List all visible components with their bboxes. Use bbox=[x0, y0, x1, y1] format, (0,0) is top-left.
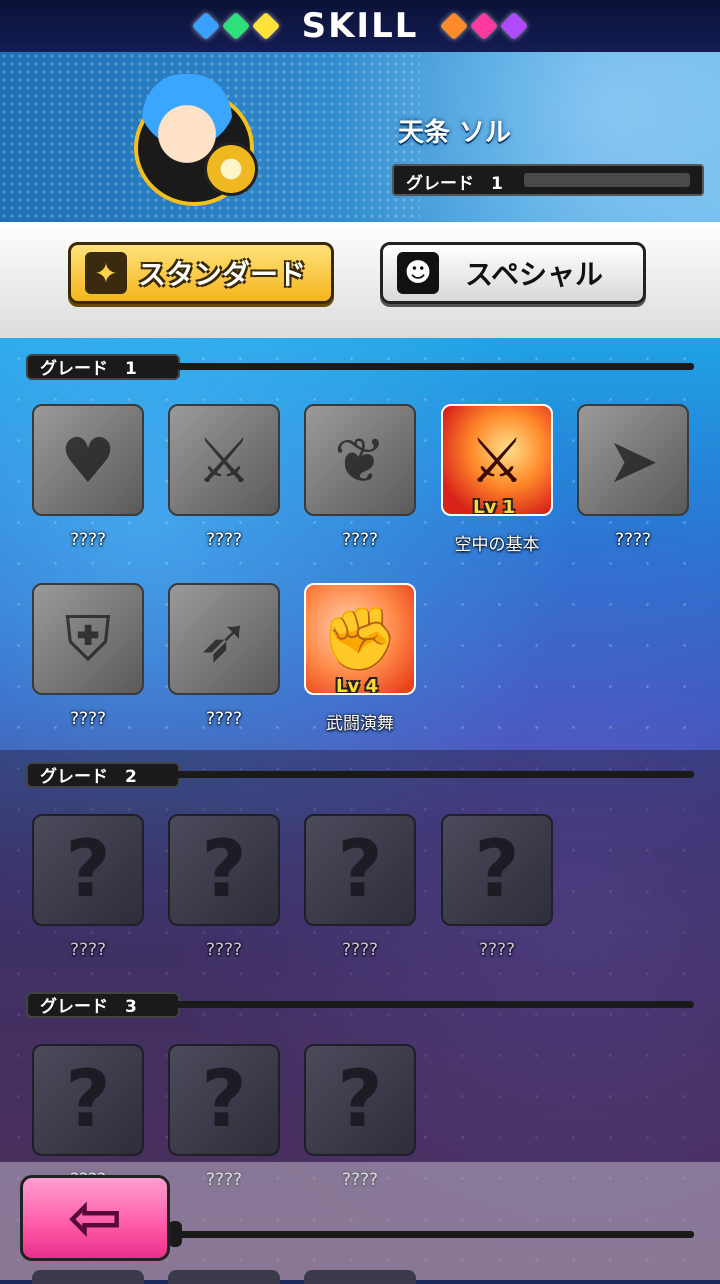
skill-item[interactable]: ????? bbox=[32, 814, 148, 960]
gem-icon bbox=[440, 11, 469, 41]
skill-item[interactable]: ❦???? bbox=[304, 404, 420, 550]
grade-label: グレード 1 bbox=[406, 174, 503, 194]
grade-progress-track bbox=[524, 173, 690, 187]
grade-progress-bar: グレード 1 bbox=[392, 164, 704, 196]
gem-icon bbox=[470, 11, 499, 41]
question-icon: ? bbox=[201, 1055, 247, 1145]
skill-name: ???? bbox=[341, 940, 379, 960]
tab-special-label: スペシャル bbox=[464, 258, 604, 291]
skill-item[interactable]: ➤???? bbox=[577, 404, 693, 550]
skill-name: ???? bbox=[205, 940, 243, 960]
grade-1-divider bbox=[176, 363, 694, 370]
question-icon: ? bbox=[337, 1055, 383, 1145]
skill-name: 武闘演舞 bbox=[326, 714, 394, 734]
grade-1-label: グレード 1 bbox=[26, 354, 180, 380]
skill-tile[interactable]: ➶ bbox=[168, 583, 280, 695]
standard-burst-icon: ✦ bbox=[85, 252, 127, 294]
skill-name: ???? bbox=[614, 530, 652, 550]
question-icon: ? bbox=[65, 825, 111, 915]
skill-tile[interactable]: ? bbox=[32, 814, 144, 926]
tab-standard-label: スタンダード bbox=[137, 258, 306, 291]
herb-timer-icon: ❦ bbox=[334, 423, 386, 497]
skill-tile[interactable]: ? bbox=[304, 1044, 416, 1156]
question-icon: ? bbox=[337, 825, 383, 915]
skill-item[interactable]: ♥???? bbox=[32, 404, 148, 550]
skill-item[interactable]: ????? bbox=[168, 814, 284, 960]
skill-name: ???? bbox=[341, 530, 379, 550]
scroll-track[interactable] bbox=[170, 1231, 694, 1238]
gem-icon bbox=[221, 11, 250, 41]
skill-tile[interactable]: ? bbox=[441, 814, 553, 926]
right-gem-decoration bbox=[440, 11, 529, 41]
skill-tile[interactable]: ? bbox=[168, 1044, 280, 1156]
page-title: SKILL bbox=[301, 6, 419, 46]
gem-icon bbox=[500, 11, 529, 41]
skill-name: 空中の基本 bbox=[454, 535, 540, 555]
tab-area: ✦ スタンダード ☻ スペシャル bbox=[0, 222, 720, 338]
gem-icon bbox=[251, 11, 280, 41]
grade-1-header: グレード 1 bbox=[26, 354, 694, 380]
next-row-tile bbox=[168, 1270, 280, 1284]
skill-name: ???? bbox=[69, 709, 107, 729]
grade-2-header: グレード 2 bbox=[26, 762, 694, 788]
skill-tile[interactable]: ? bbox=[304, 814, 416, 926]
bow-timer-icon: ➶ bbox=[198, 602, 250, 676]
question-icon: ? bbox=[201, 825, 247, 915]
tab-special[interactable]: ☻ スペシャル bbox=[380, 242, 646, 304]
back-arrow-icon: ⇦ bbox=[67, 1179, 123, 1256]
grade-2-label: グレード 2 bbox=[26, 762, 180, 788]
skill-item[interactable]: ????? bbox=[441, 814, 557, 960]
skill-tile[interactable]: ⚔ bbox=[168, 404, 280, 516]
tab-standard[interactable]: ✦ スタンダード bbox=[68, 242, 334, 304]
skill-tile[interactable]: ? bbox=[168, 814, 280, 926]
scroll-thumb[interactable] bbox=[168, 1221, 182, 1247]
skill-item[interactable]: ⛨???? bbox=[32, 583, 148, 729]
character-avatar bbox=[134, 74, 258, 206]
skill-tile[interactable]: ✊ Lv 4 bbox=[304, 583, 416, 695]
dash-arrow-icon: ➤ bbox=[607, 423, 659, 497]
character-header: 天条 ソル グレード 1 bbox=[0, 52, 720, 222]
skill-item[interactable]: ➶???? bbox=[168, 583, 284, 729]
sword-attack-icon: ⚔ bbox=[196, 423, 252, 497]
grade-3-divider bbox=[176, 1001, 694, 1008]
skill-tile[interactable]: ♥ bbox=[32, 404, 144, 516]
gem-icon bbox=[191, 11, 220, 41]
grade-2-divider bbox=[176, 771, 694, 778]
next-row-tile bbox=[304, 1270, 416, 1284]
back-button[interactable]: ⇦ bbox=[20, 1175, 170, 1261]
next-row-tile bbox=[32, 1270, 144, 1284]
skill-item[interactable]: ✊ Lv 4 武闘演舞 bbox=[304, 583, 420, 734]
question-icon: ? bbox=[474, 825, 520, 915]
skill-tile[interactable]: ⚔ Lv 1 bbox=[441, 404, 553, 516]
runner-shield-icon: ⛨ bbox=[64, 602, 112, 675]
skill-list[interactable]: グレード 1 グレード 2 グレード 3 ♥???? ⚔???? ❦???? ⚔ Lv … bbox=[0, 338, 720, 1280]
character-name: 天条 ソル bbox=[398, 118, 512, 148]
skill-item[interactable]: ????? bbox=[304, 814, 420, 960]
grade-3-label: グレード 3 bbox=[26, 992, 180, 1018]
skill-name: ???? bbox=[69, 940, 107, 960]
skill-name: ???? bbox=[205, 709, 243, 729]
skill-item[interactable]: ⚔???? bbox=[168, 404, 284, 550]
top-bar: SKILL bbox=[0, 0, 720, 54]
skill-tile[interactable]: ❦ bbox=[304, 404, 416, 516]
skill-tile[interactable]: ⛨ bbox=[32, 583, 144, 695]
grade-3-header: グレード 3 bbox=[26, 992, 694, 1018]
left-gem-decoration bbox=[191, 11, 280, 41]
skill-tile[interactable]: ? bbox=[32, 1044, 144, 1156]
skill-name: ???? bbox=[205, 530, 243, 550]
heart-icon: ♥ bbox=[60, 423, 116, 497]
question-icon: ? bbox=[65, 1055, 111, 1145]
skill-level-badge: Lv 1 bbox=[473, 497, 515, 516]
skill-name: ???? bbox=[69, 530, 107, 550]
special-silhouette-icon: ☻ bbox=[397, 252, 439, 294]
skill-name: ???? bbox=[478, 940, 516, 960]
skill-level-badge: Lv 4 bbox=[336, 676, 378, 695]
skill-tile[interactable]: ➤ bbox=[577, 404, 689, 516]
fist-badge-icon bbox=[204, 142, 258, 196]
skill-item[interactable]: ⚔ Lv 1 空中の基本 bbox=[441, 404, 557, 555]
